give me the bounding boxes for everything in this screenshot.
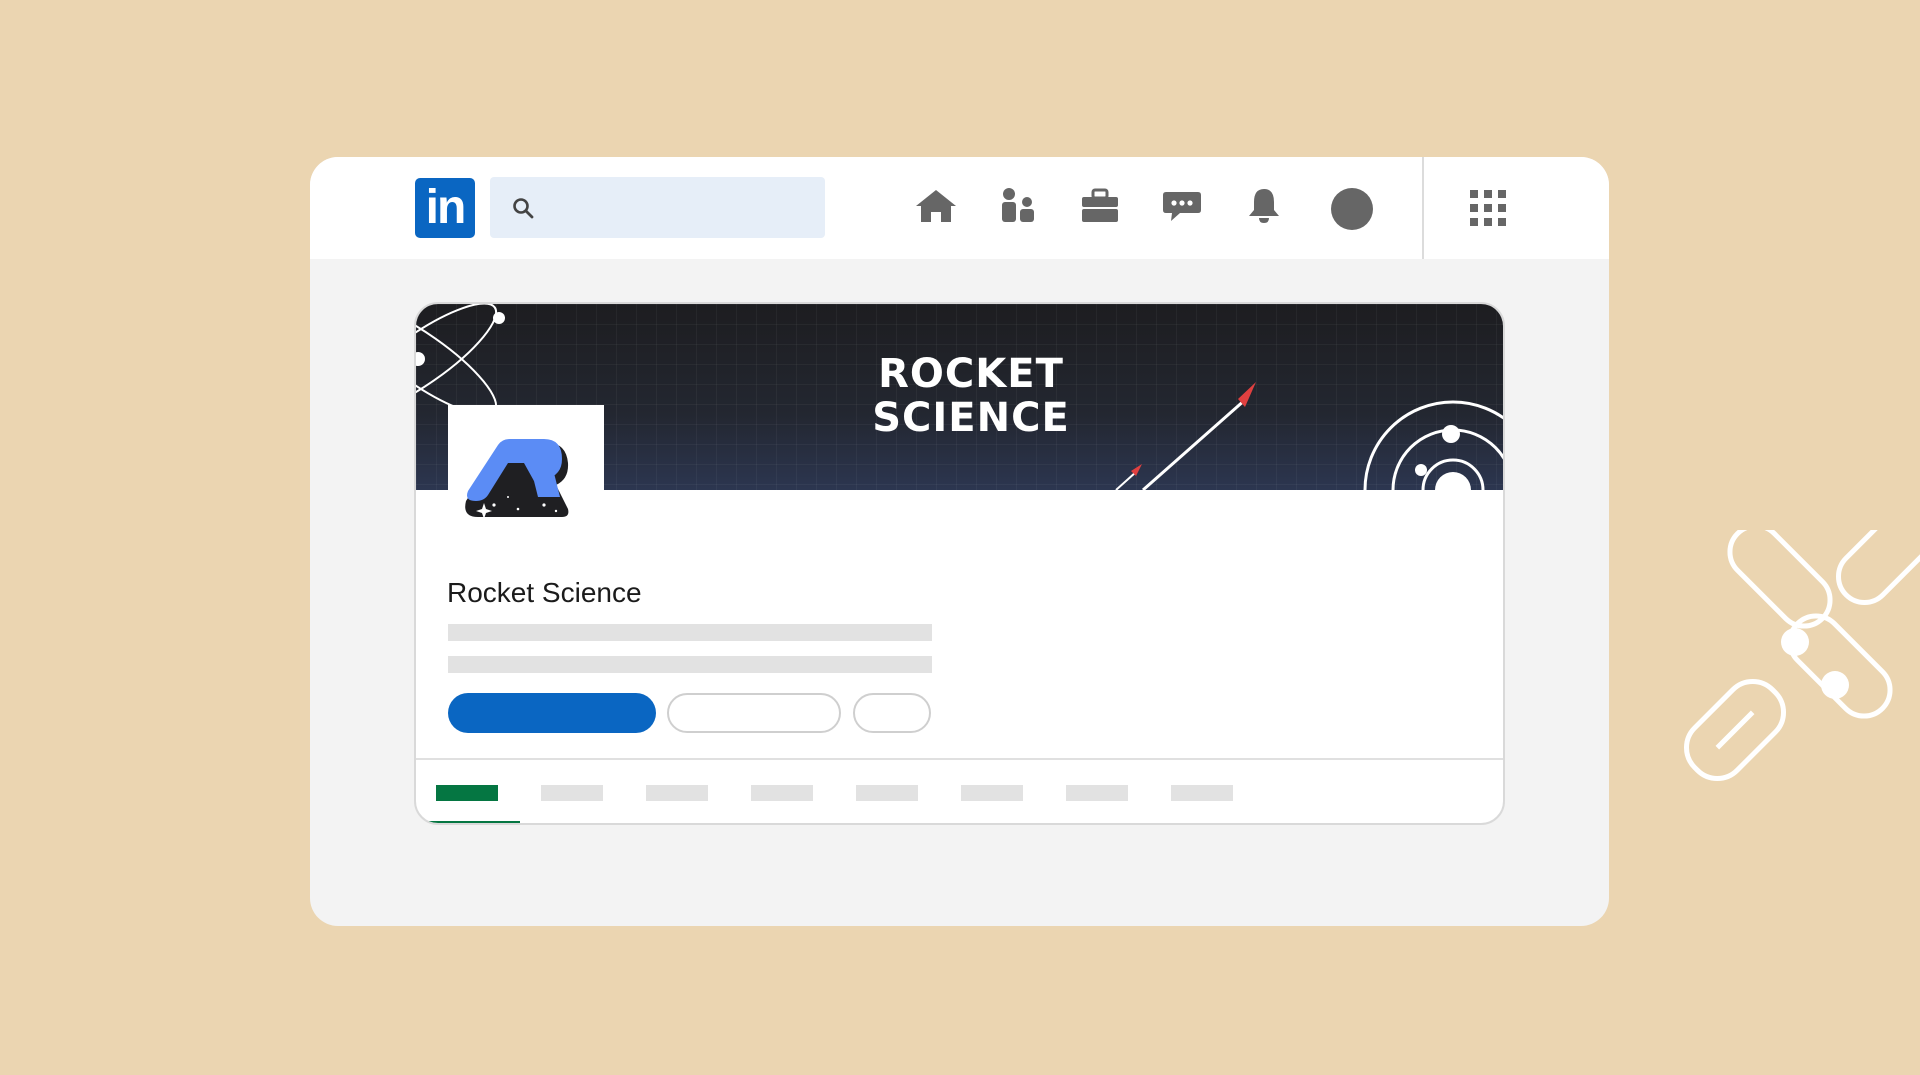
banner-title-line2: SCIENCE (872, 395, 1070, 441)
jobs-icon[interactable] (1078, 186, 1122, 226)
company-profile-card: ROCKET SCIENCE Rocket Science (414, 302, 1505, 825)
search-icon (513, 198, 534, 219)
tab-events[interactable] (1066, 785, 1128, 801)
notifications-icon[interactable] (1242, 186, 1286, 226)
follow-button[interactable] (448, 693, 656, 733)
tabs-divider (416, 758, 1503, 760)
network-icon[interactable] (997, 186, 1041, 226)
tab-home[interactable] (436, 785, 498, 801)
avatar[interactable] (1331, 188, 1373, 230)
banner-title: ROCKET SCIENCE (796, 352, 1146, 440)
nav-divider (1422, 157, 1424, 259)
company-logo[interactable] (448, 405, 604, 555)
active-tab-indicator (428, 821, 520, 823)
browser-window: in ROCKET SCIENCE Rocket Science (310, 157, 1609, 926)
more-button[interactable] (853, 693, 931, 733)
tab-about[interactable] (541, 785, 603, 801)
messaging-icon[interactable] (1160, 186, 1204, 226)
apps-grid-icon[interactable] (1470, 190, 1506, 226)
company-name: Rocket Science (447, 577, 642, 608)
details-placeholder (448, 656, 932, 673)
tab-videos[interactable] (1171, 785, 1233, 801)
rocket-science-logo-icon (465, 439, 569, 519)
satellite-illustration (1683, 530, 1920, 782)
visit-website-button[interactable] (667, 693, 841, 733)
tab-posts[interactable] (646, 785, 708, 801)
tagline-placeholder (448, 624, 932, 641)
search-input[interactable] (490, 177, 825, 238)
top-navigation-bar: in (310, 157, 1609, 259)
home-icon[interactable] (914, 186, 958, 226)
tab-life[interactable] (856, 785, 918, 801)
tab-jobs[interactable] (751, 785, 813, 801)
tab-people[interactable] (961, 785, 1023, 801)
banner-title-line1: ROCKET (878, 351, 1064, 397)
linkedin-logo[interactable]: in (415, 178, 475, 238)
